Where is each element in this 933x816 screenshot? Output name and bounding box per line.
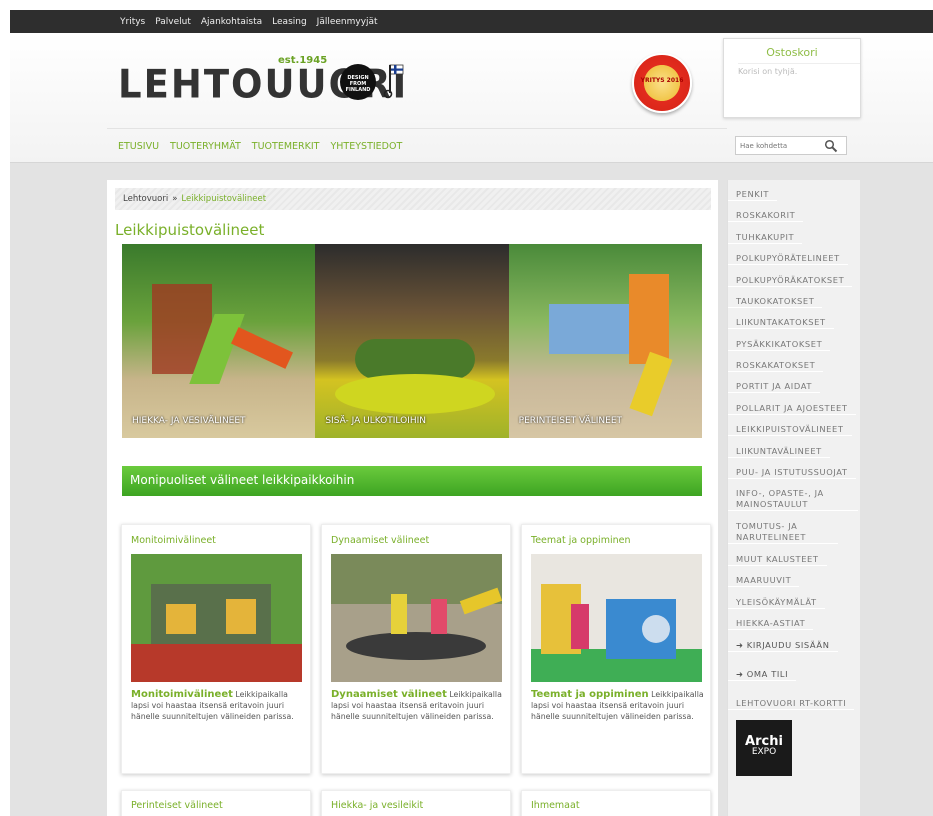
cart-title: Ostoskori: [766, 46, 818, 59]
category-card[interactable]: Perinteiset välineet: [121, 790, 311, 816]
card-title[interactable]: Dynaamiset välineet: [331, 535, 510, 546]
sidebar-item-taukokatokset[interactable]: TAUKOKATOKSET: [728, 296, 823, 308]
hero-blue-structure: [548, 304, 629, 354]
sidebar-item-portit-ja-aidat[interactable]: PORTIT JA AIDAT: [728, 381, 820, 393]
hero-yellow-floor: [335, 374, 496, 414]
page-title: Leikkipuistovälineet: [115, 221, 265, 239]
top-nav: Yritys Palvelut Ajankohtaista Leasing Jä…: [120, 10, 378, 33]
top-nav-jalleenmyyjat[interactable]: Jälleenmyyjät: [317, 17, 378, 27]
hero-label-1: HIEKKA- JA VESIVÄLINEET: [132, 416, 246, 426]
cart-empty-text: Korisi on tyhjä.: [738, 63, 860, 76]
sidebar-item-leikkipuistovalineet[interactable]: LEIKKIPUISTOVÄLINEET: [728, 424, 852, 436]
card-image[interactable]: [331, 554, 502, 682]
sidebar-item-yleisokaymalat[interactable]: YLEISÖKÄYMÄLÄT: [728, 597, 825, 609]
section-banner: Monipuoliset välineet leikkipaikkoihin: [122, 466, 702, 496]
category-card[interactable]: Ihmemaat: [521, 790, 711, 816]
hero-panel-traditional[interactable]: PERINTEISET VÄLINEET: [508, 244, 702, 438]
sidebar-item-pollarit[interactable]: POLLARIT JA AJOESTEET: [728, 403, 856, 415]
header: LEHTOUUORI est.1945 DESIGN FROM FINLAND …: [10, 33, 933, 163]
hero-label-3: PERINTEISET VÄLINEET: [518, 416, 623, 426]
sidebar-item-maaruuvit[interactable]: MAARUUVIT: [728, 575, 800, 587]
account-link[interactable]: ➜ OMA TILI: [728, 669, 797, 681]
category-card[interactable]: Monitoimivälineet Monitoimivälineet Leik…: [121, 524, 311, 774]
card-title[interactable]: Monitoimivälineet: [131, 535, 310, 546]
sidebar-item-roskakatokset[interactable]: ROSKAKATOKSET: [728, 360, 824, 372]
breadcrumb-separator: »: [172, 194, 178, 204]
hero-tower: [628, 274, 669, 364]
breadcrumb-home[interactable]: Lehtovuori: [123, 194, 168, 204]
category-card[interactable]: Teemat ja oppiminen Teemat ja oppiminen …: [521, 524, 711, 774]
sidebar-item-polkupyoratelineet[interactable]: POLKUPYÖRÄTELINEET: [728, 253, 848, 265]
sidebar-item-tomutus[interactable]: TOMUTUS- JA NARUTELINEET: [728, 521, 838, 544]
sidebar-item-roskakorit[interactable]: ROSKAKORIT: [728, 210, 804, 222]
finnish-key-flag-icon: [383, 64, 404, 99]
top-nav-palvelut[interactable]: Palvelut: [155, 17, 191, 27]
sidebar-item-pysakkikatokset[interactable]: PYSÄKKIKATOKSET: [728, 339, 831, 351]
top-bar: Yritys Palvelut Ajankohtaista Leasing Jä…: [10, 10, 933, 33]
sidebar-item-polkupyorakatokset[interactable]: POLKUPYÖRÄKATOKSET: [728, 275, 853, 287]
top-nav-yritys[interactable]: Yritys: [120, 17, 145, 27]
hero-orange-slide: [231, 327, 293, 369]
archiexpo-logo[interactable]: Archi EXPO: [736, 720, 792, 776]
nav-tuotemerkit[interactable]: TUOTEMERKIT: [252, 141, 320, 152]
category-card[interactable]: Dynaamiset välineet Dynaamiset välineet …: [321, 524, 511, 774]
category-card[interactable]: Hiekka- ja vesileikit: [321, 790, 511, 816]
card-title[interactable]: Perinteiset välineet: [131, 800, 310, 811]
sidebar-item-liikuntakatokset[interactable]: LIIKUNTAKATOKSET: [728, 317, 834, 329]
sidebar: PENKIT ROSKAKORIT TUHKAKUPIT POLKUPYÖRÄT…: [727, 180, 860, 816]
hero-label-2: SISÄ- JA ULKOTILOIHIN: [325, 416, 426, 426]
rt-card-link[interactable]: LEHTOVUORI RT-KORTTI: [728, 698, 855, 710]
nav-etusivu[interactable]: ETUSIVU: [118, 141, 159, 152]
card-title[interactable]: Hiekka- ja vesileikit: [331, 800, 510, 811]
card-image[interactable]: [131, 554, 302, 682]
award-badge: YRITYS 2016: [632, 53, 692, 113]
login-link[interactable]: ➜ KIRJAUDU SISÄÄN: [728, 640, 838, 652]
card-text-bold: Dynaamiset välineet: [331, 689, 447, 700]
hero-tunnel: [355, 339, 476, 379]
sidebar-item-penkit[interactable]: PENKIT: [728, 189, 778, 201]
sidebar-item-tuhkakupit[interactable]: TUHKAKUPIT: [728, 232, 803, 244]
page: Yritys Palvelut Ajankohtaista Leasing Jä…: [10, 10, 933, 816]
card-title[interactable]: Teemat ja oppiminen: [531, 535, 710, 546]
top-nav-leasing[interactable]: Leasing: [272, 17, 307, 27]
breadcrumb: Lehtovuori » Leikkipuistovälineet: [115, 188, 711, 210]
search-box: [735, 136, 847, 155]
search-icon[interactable]: [824, 139, 838, 153]
sidebar-item-info-opaste[interactable]: INFO-, OPASTE-, JA MAINOSTAULUT: [728, 488, 858, 511]
logo-est: est.1945: [278, 55, 328, 66]
nav-yhteystiedot[interactable]: YHTEYSTIEDOT: [330, 141, 402, 152]
shopping-cart[interactable]: Ostoskori Korisi on tyhjä.: [723, 38, 861, 118]
breadcrumb-current[interactable]: Leikkipuistovälineet: [181, 194, 266, 204]
top-nav-ajankohtaista[interactable]: Ajankohtaista: [201, 17, 262, 27]
card-text-bold: Monitoimivälineet: [131, 689, 233, 700]
main-nav: ETUSIVU TUOTERYHMÄT TUOTEMERKIT YHTEYSTI…: [107, 128, 727, 152]
hero-panel-indoor-outdoor[interactable]: SISÄ- JA ULKOTILOIHIN: [315, 244, 509, 438]
sidebar-item-muut-kalusteet[interactable]: MUUT KALUSTEET: [728, 554, 827, 566]
card-text: Dynaamiset välineet Leikkipaikalla lapsi…: [331, 689, 505, 722]
card-title[interactable]: Ihmemaat: [531, 800, 710, 811]
sidebar-item-liikuntavalineet[interactable]: LIIKUNTAVÄLINEET: [728, 446, 830, 458]
card-text: Teemat ja oppiminen Leikkipaikalla lapsi…: [531, 689, 705, 722]
card-image[interactable]: [531, 554, 702, 682]
hero-banner: HIEKKA- JA VESIVÄLINEET SISÄ- JA ULKOTIL…: [122, 244, 702, 438]
search-input[interactable]: [736, 137, 820, 154]
main-content: Lehtovuori» Leikkipuistovälineet Leikkipu…: [107, 180, 718, 816]
nav-tuoteryhmat[interactable]: TUOTERYHMÄT: [170, 141, 241, 152]
card-text: Monitoimivälineet Leikkipaikalla lapsi v…: [131, 689, 305, 722]
card-text-bold: Teemat ja oppiminen: [531, 689, 649, 700]
design-from-finland-badge: DESIGN FROM FINLAND: [340, 64, 376, 100]
sidebar-item-hiekka-astiat[interactable]: HIEKKA-ASTIAT: [728, 618, 814, 630]
sidebar-item-puu-ja-istutussuojat[interactable]: PUU- JA ISTUTUSSUOJAT: [728, 467, 856, 479]
hero-panel-sand-water[interactable]: HIEKKA- JA VESIVÄLINEET: [122, 244, 316, 438]
